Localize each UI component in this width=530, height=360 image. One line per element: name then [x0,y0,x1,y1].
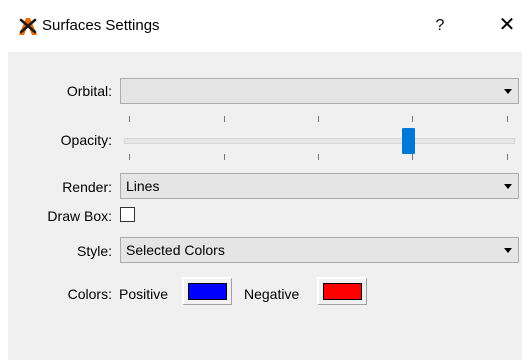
slider-tick [318,154,319,160]
chevron-down-icon [504,89,512,94]
render-value: Lines [126,178,160,194]
draw-box-checkbox[interactable] [120,207,135,222]
draw-box-label: Draw Box: [47,208,112,224]
positive-color-button[interactable] [182,277,232,305]
slider-handle[interactable] [402,128,415,154]
title-bar: Surfaces Settings ? ✕ [0,0,530,52]
render-select[interactable]: Lines [120,173,519,199]
chevron-down-icon [504,184,512,189]
window-title: Surfaces Settings [42,17,160,34]
opacity-label: Opacity: [60,132,112,148]
style-value: Selected Colors [126,242,225,258]
style-select[interactable]: Selected Colors [120,237,519,263]
negative-color-button[interactable] [317,277,367,305]
close-button[interactable]: ✕ [494,12,520,38]
orbital-label: Orbital: [66,83,112,99]
style-label: Style: [76,243,112,259]
render-label: Render: [62,179,112,195]
negative-color-swatch [323,283,362,300]
orbital-select[interactable] [120,78,519,104]
opacity-slider[interactable] [120,116,519,164]
help-button[interactable]: ? [428,14,452,38]
slider-tick [224,116,225,122]
slider-tick [318,116,319,122]
positive-label: Positive [119,286,169,302]
slider-tick [129,116,130,122]
slider-groove [124,138,515,144]
chevron-down-icon [504,248,512,253]
slider-tick [412,154,413,160]
settings-panel: Orbital: Opacity: Render: Lines Draw Box… [8,52,522,360]
slider-tick [507,154,508,160]
app-logo-icon [19,18,37,35]
slider-tick [412,116,413,122]
negative-label: Negative [244,286,300,302]
slider-tick [224,154,225,160]
slider-tick [507,116,508,122]
colors-label: Colors: [67,286,112,302]
slider-tick [129,154,130,160]
positive-color-swatch [188,283,227,300]
